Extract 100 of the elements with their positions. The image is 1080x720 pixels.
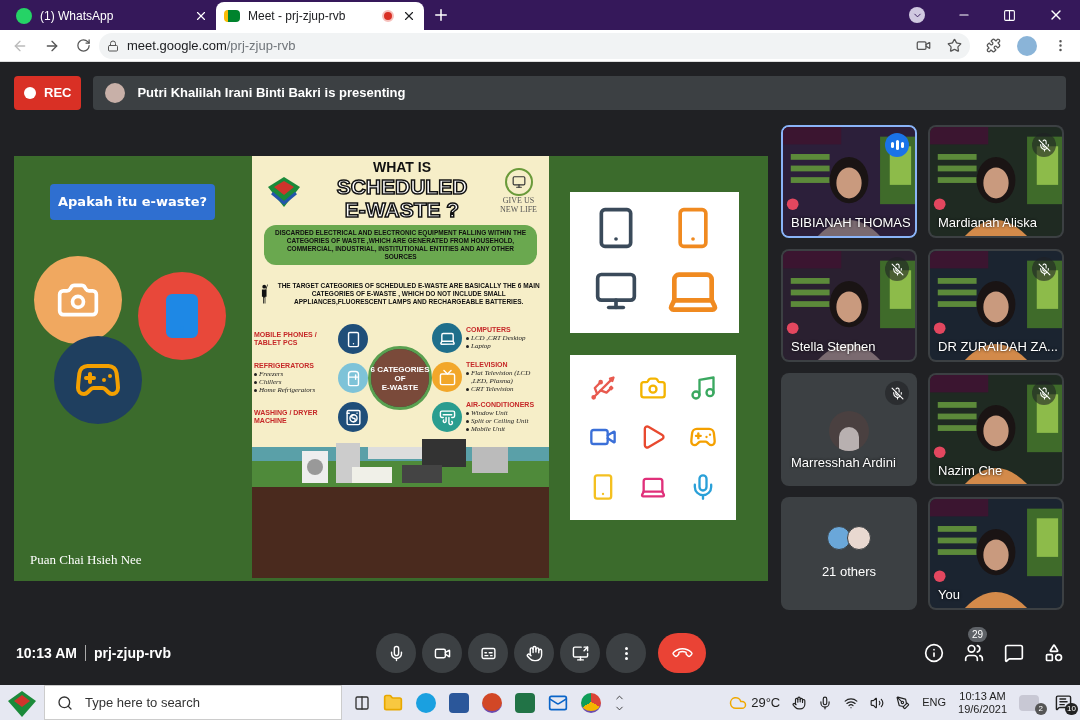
presenter-name: Puan Chai Hsieh Nee: [30, 550, 143, 569]
captions-button[interactable]: [468, 633, 508, 673]
browser-tab[interactable]: (1) WhatsApp: [8, 2, 216, 30]
clock-time: 10:13 AM: [959, 689, 1006, 703]
end-call-button[interactable]: [658, 633, 706, 673]
bullet-icon: [254, 389, 257, 392]
camera-button[interactable]: [422, 633, 462, 673]
restore-icon[interactable]: [1003, 8, 1016, 22]
hand-icon: [525, 644, 543, 662]
bullet-icon: [254, 373, 257, 376]
meeting-code: prj-zjup-rvb: [93, 643, 171, 663]
badge-text: GIVE US: [502, 195, 535, 205]
app-icon[interactable]: [1019, 694, 1039, 711]
temperature: 29°C: [751, 693, 781, 712]
task-view-icon[interactable]: [354, 694, 370, 711]
participant-name: Stella Stephen: [791, 337, 876, 356]
bullet-icon: [466, 412, 469, 415]
avatar: [829, 411, 869, 451]
center-label: OF: [394, 373, 406, 383]
bullet-icon: [466, 428, 469, 431]
participant-tile[interactable]: Marresshah Ardini: [781, 373, 917, 486]
clock[interactable]: 10:13 AM 19/6/2021: [958, 689, 1007, 716]
close-icon[interactable]: [402, 9, 416, 23]
new-tab-icon[interactable]: [432, 6, 450, 24]
bullet-icon: [466, 345, 469, 348]
presenting-text: Putri Khalilah Irani Binti Bakri is presenting: [137, 84, 406, 103]
record-icon: [24, 87, 36, 99]
chat-icon[interactable]: [1004, 643, 1024, 663]
participant-name: BIBIANAH THOMAS: [791, 213, 911, 232]
bullet-icon: [466, 420, 469, 423]
whatsapp-icon: [16, 8, 32, 24]
participant-name: Marresshah Ardini: [791, 453, 896, 472]
laptop-icon: [432, 323, 462, 353]
rec-label: REC: [44, 84, 72, 103]
recording-icon: [382, 10, 394, 22]
people-icon[interactable]: [964, 643, 984, 663]
camera-icon[interactable]: [916, 38, 931, 53]
tab-title: Meet - prj-zjup-rvb: [248, 8, 347, 25]
activities-icon[interactable]: [1044, 643, 1064, 663]
wifi-icon[interactable]: [844, 695, 859, 710]
pen-icon[interactable]: [896, 695, 911, 710]
present-icon: [571, 644, 589, 662]
browser-tab[interactable]: Meet - prj-zjup-rvb: [216, 2, 424, 30]
participant-name: DR ZURAIDAH ZA...: [938, 337, 1058, 356]
center-label: E-WASTE: [381, 382, 419, 392]
camera-icon: [224, 10, 240, 22]
participant-name: Mardianah Aliska: [938, 213, 1037, 232]
bookmark-icon[interactable]: [947, 38, 962, 53]
monitor-icon: [504, 167, 533, 196]
participant-tile[interactable]: You: [928, 497, 1064, 610]
lock-icon: [107, 39, 119, 52]
slides-icon[interactable]: [482, 692, 502, 713]
poster-title: SCHEDULED: [336, 175, 468, 198]
aircon-icon: [432, 402, 462, 432]
url-text: meet.google.com/prj-zjup-rvb: [127, 36, 296, 55]
tab-title: (1) WhatsApp: [40, 8, 115, 25]
usb-drive-icon: [589, 373, 617, 402]
avatar: [105, 83, 126, 103]
participant-tile[interactable]: DR ZURAIDAH ZA...: [928, 249, 1064, 362]
raise-hand-button[interactable]: [514, 633, 554, 673]
info-icon[interactable]: [924, 643, 944, 663]
bullet-icon: [466, 388, 469, 391]
extensions-icon[interactable]: [986, 38, 1001, 53]
more-icon: [624, 646, 628, 660]
language[interactable]: ENG: [922, 694, 947, 711]
bullet-icon: [466, 372, 469, 375]
address-bar[interactable]: meet.google.com/prj-zjup-rvb: [99, 32, 970, 59]
search-field[interactable]: Type here to search: [44, 685, 342, 720]
avatar: [847, 525, 871, 550]
avatar: [827, 525, 851, 550]
tv-icon: [432, 362, 462, 392]
participant-tile[interactable]: Mardianah Aliska: [928, 125, 1064, 238]
participant-name: You: [938, 585, 960, 604]
spreadsheet-icon[interactable]: [515, 692, 535, 713]
microphone-button[interactable]: [376, 633, 416, 673]
washer-icon: [338, 402, 368, 432]
search-icon: [57, 694, 73, 711]
participant-tile[interactable]: Stella Stephen: [781, 249, 917, 362]
tab-search-icon[interactable]: [909, 7, 925, 23]
phone-icon: [338, 324, 368, 354]
present-button[interactable]: [560, 633, 600, 673]
meeting-time: 10:13 AM: [16, 643, 77, 663]
participant-tile[interactable]: BIBIANAH THOMAS: [781, 125, 917, 238]
document-icon[interactable]: [449, 692, 469, 713]
bullet-icon: [466, 337, 469, 340]
microphone-icon[interactable]: [818, 695, 833, 710]
search-placeholder: Type here to search: [85, 693, 200, 712]
chrome-icon[interactable]: [581, 692, 601, 713]
volume-icon[interactable]: [870, 695, 885, 710]
music-player-icon: [689, 373, 717, 402]
close-icon[interactable]: [194, 9, 208, 23]
participant-name: 21 others: [821, 562, 877, 581]
hand-icon[interactable]: [792, 695, 807, 710]
callout-label: Apakah itu e-waste?: [50, 184, 216, 220]
bullet-icon: [254, 381, 257, 384]
poster-heading: WHAT IS: [372, 160, 432, 175]
reload-icon[interactable]: [76, 38, 91, 53]
participant-tile[interactable]: 21 others: [781, 497, 917, 610]
participant-count: 29: [968, 627, 988, 642]
clock-date: 19/6/2021: [958, 702, 1007, 716]
